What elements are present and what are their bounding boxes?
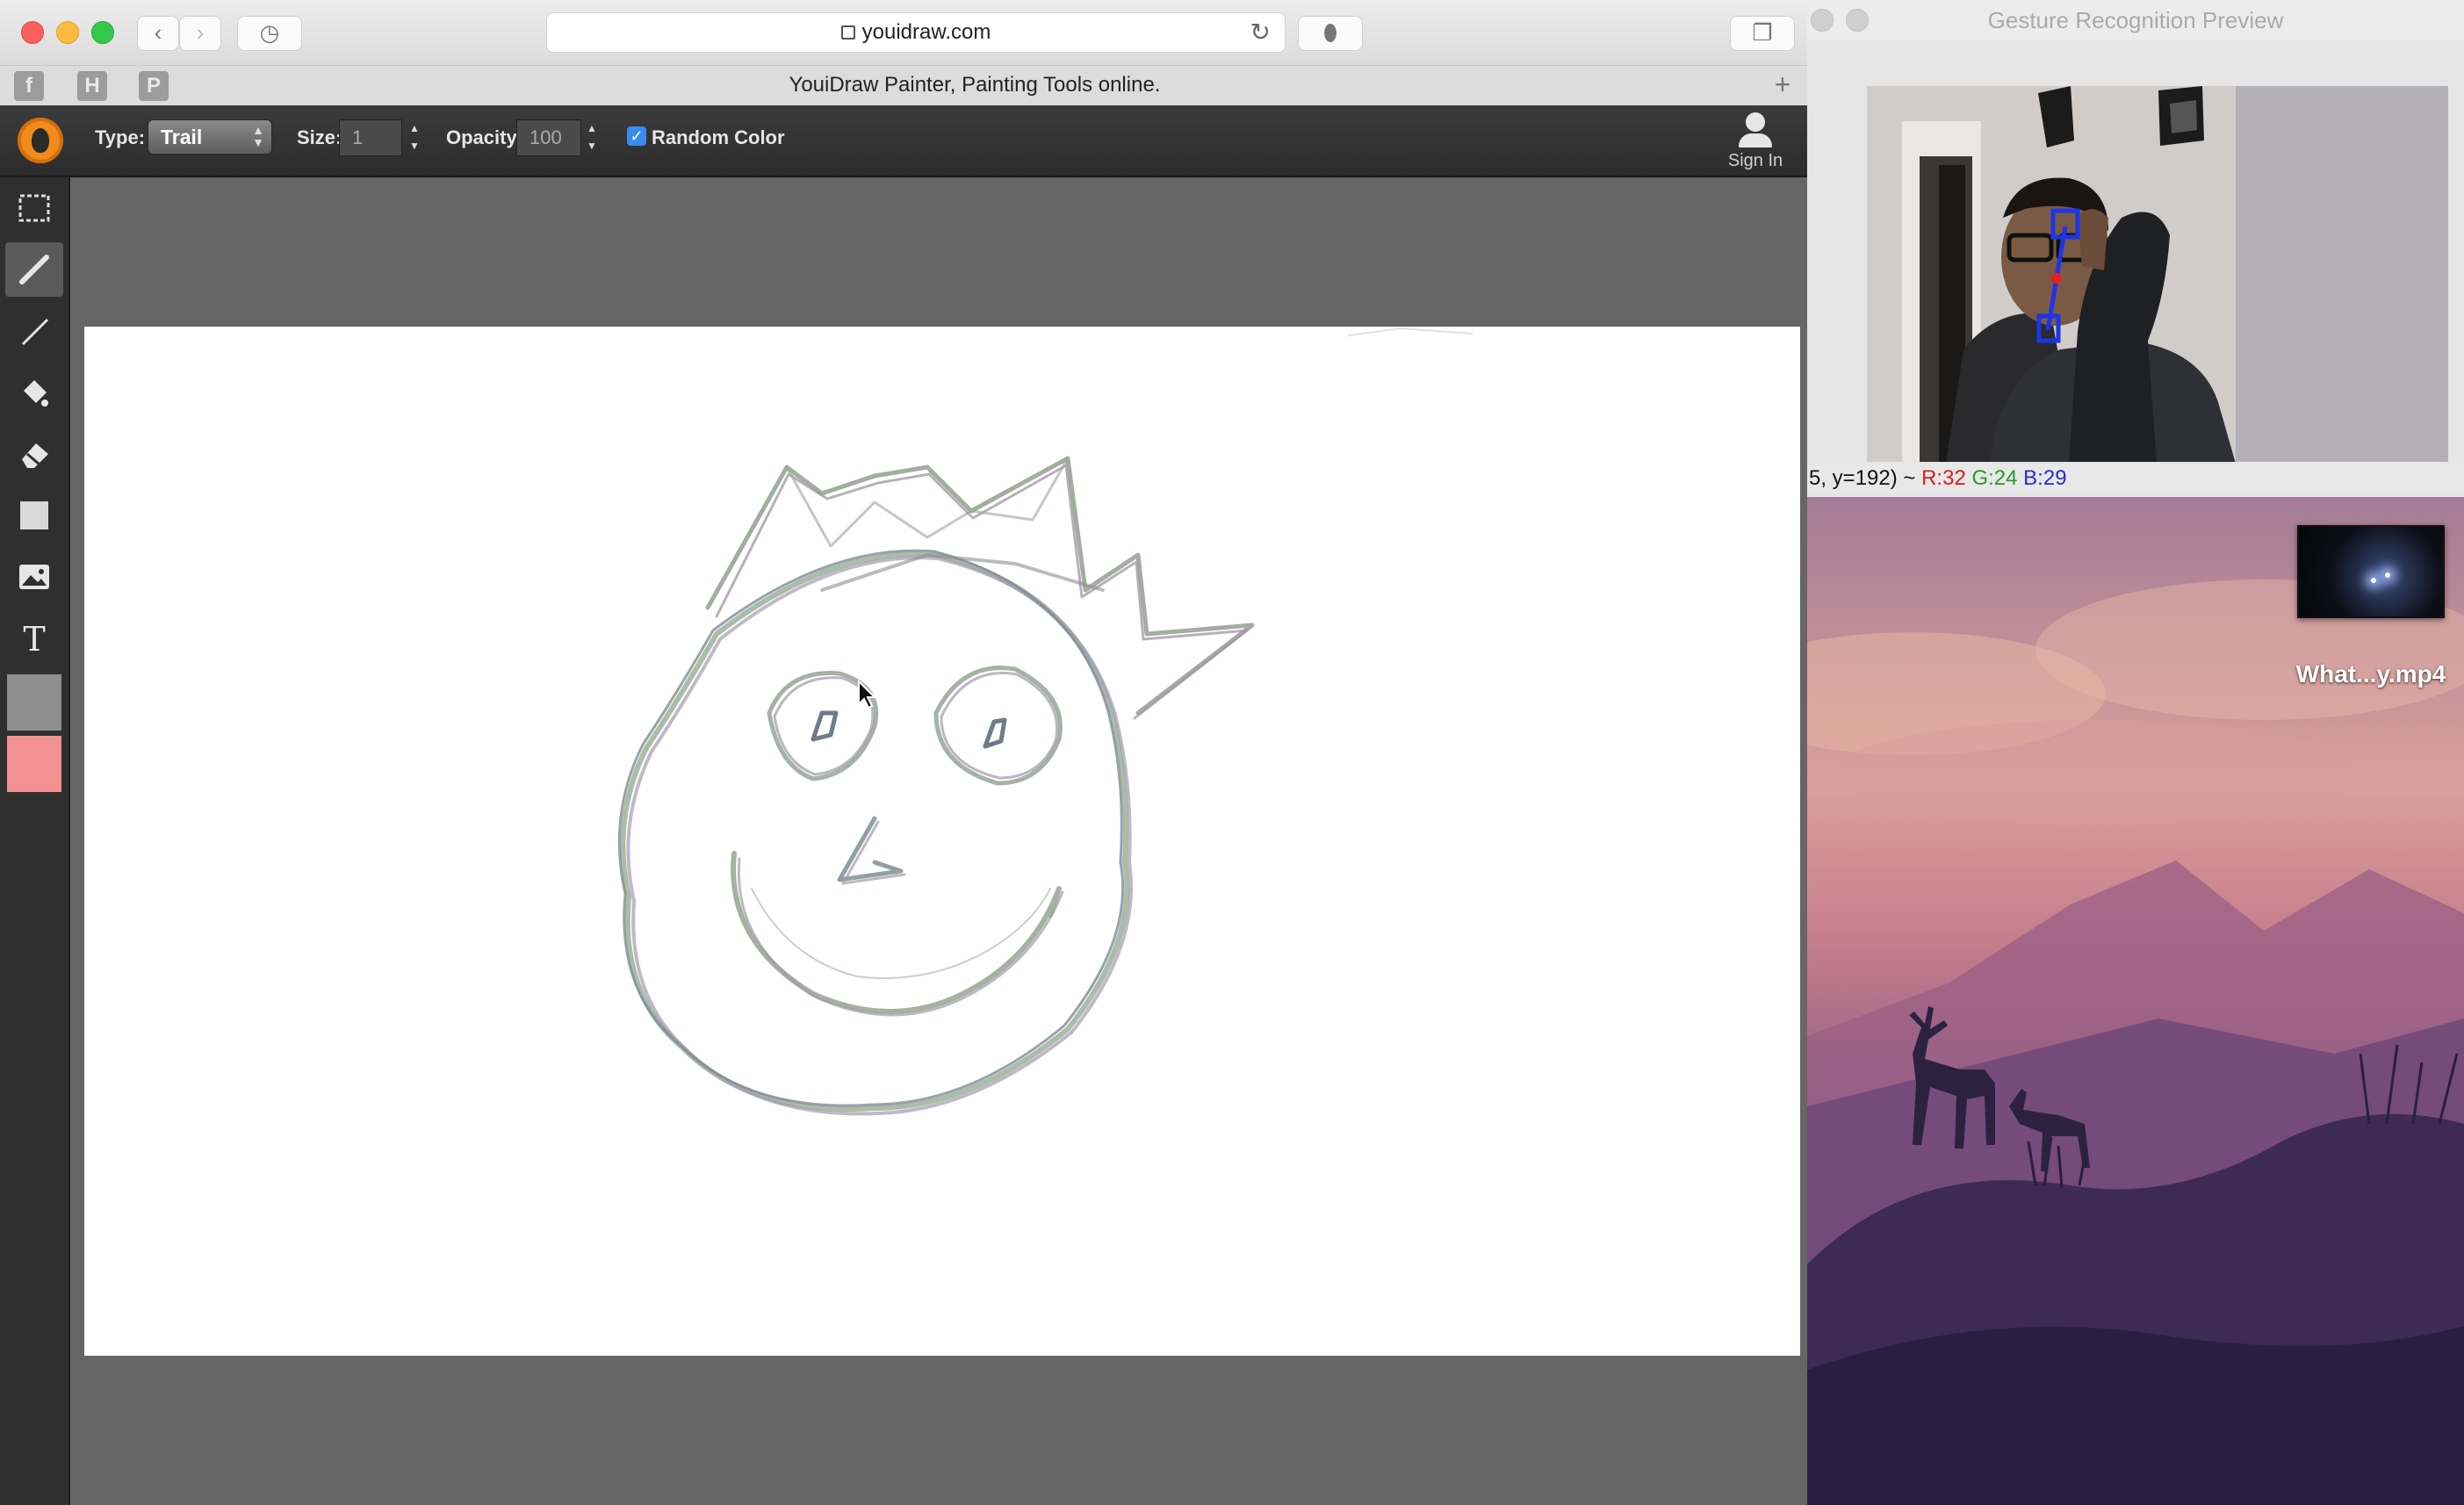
background-color-swatch[interactable]	[7, 736, 61, 792]
size-input[interactable]: 1	[339, 119, 402, 156]
youidraw-logo[interactable]	[18, 118, 63, 163]
text-icon: T	[23, 621, 45, 656]
history-button[interactable]: ◷	[237, 16, 302, 51]
size-stepper[interactable]: ▲ ▼	[404, 119, 425, 156]
shape-tool[interactable]	[5, 488, 63, 543]
rectangle-select-icon	[18, 194, 50, 222]
pencil-icon	[19, 255, 49, 284]
text-tool[interactable]: T	[5, 611, 63, 666]
paint-bucket-tool[interactable]	[5, 365, 63, 420]
sign-in-label: Sign In	[1727, 151, 1783, 170]
tab-title[interactable]: YouiDraw Painter, Painting Tools online.	[184, 73, 1765, 97]
eraser-tool[interactable]	[5, 427, 63, 481]
favorite-facebook[interactable]: f	[14, 71, 44, 101]
svg-text:T: T	[23, 621, 45, 656]
back-button[interactable]: ‹	[137, 16, 179, 51]
address-bar[interactable]: youidraw.com ↻	[546, 12, 1286, 53]
brush-icon	[22, 319, 48, 345]
tab-overview-button[interactable]: ❐	[1730, 16, 1795, 51]
image-tool[interactable]	[5, 550, 63, 604]
paint-bucket-icon	[24, 380, 48, 407]
new-tab-button[interactable]: +	[1765, 69, 1800, 101]
close-window-button[interactable]	[21, 21, 44, 44]
sign-in-button[interactable]: Sign In	[1725, 112, 1786, 171]
shield-icon: ⬮	[1322, 19, 1338, 46]
image-icon	[19, 565, 49, 589]
mouse-cursor-icon	[858, 680, 877, 709]
wallpaper-landscape	[1807, 580, 2464, 1505]
preview-title: Gesture Recognition Preview	[1987, 7, 2284, 33]
favorite-h[interactable]: H	[77, 71, 107, 101]
app-toolbar: Type: Trail ▲ ▼ Size: 1 ▲ ▼ Opacity: 100 ▲…	[0, 105, 1807, 177]
random-color-checkbox[interactable]: ✓	[627, 126, 646, 146]
type-label: Type:	[95, 126, 146, 148]
eraser-icon	[22, 443, 48, 468]
preview-titlebar[interactable]: Gesture Recognition Preview	[1807, 0, 2464, 41]
select-arrows-icon: ▲ ▼	[252, 123, 264, 149]
lens-flare	[2371, 578, 2376, 583]
forward-button[interactable]: ›	[179, 16, 221, 51]
browser-window: ‹ › ◷ youidraw.com ↻ ⬮ ❐ f H P YouiDraw …	[0, 0, 1807, 1505]
type-select-value: Trail	[161, 126, 203, 148]
reload-icon[interactable]: ↻	[1250, 19, 1271, 46]
video-file-label[interactable]: What...y.mp4	[2288, 660, 2453, 688]
address-text: youidraw.com	[861, 20, 991, 44]
opacity-stepper[interactable]: ▲ ▼	[581, 119, 602, 156]
foreground-color-swatch[interactable]	[7, 674, 61, 731]
drawing	[617, 328, 1473, 1116]
minimize-window-button[interactable]	[56, 21, 79, 44]
brush-tool[interactable]	[5, 304, 63, 358]
tab-bar: f H P YouiDraw Painter, Painting Tools o…	[0, 65, 1807, 107]
pixel-readout: 5, y=192) ~ R:32 G:24 B:29	[1807, 464, 2464, 493]
size-label: Size:	[297, 126, 342, 148]
browser-titlebar[interactable]: ‹ › ◷ youidraw.com ↻ ⬮ ❐	[0, 0, 1807, 65]
user-icon-body	[1739, 133, 1772, 148]
clock-icon: ◷	[259, 19, 280, 46]
lens-flare	[2385, 572, 2390, 578]
readout-coords: 5, y=192) ~	[1809, 466, 1922, 490]
random-color-label[interactable]: Random Color	[652, 126, 785, 149]
lock-icon	[840, 25, 855, 40]
zoom-window-button[interactable]	[91, 21, 114, 44]
type-select[interactable]: Trail ▲ ▼	[148, 119, 272, 155]
tabs-icon: ❐	[1752, 19, 1773, 46]
opacity-label: Opacity:	[446, 126, 524, 148]
webcam-frame	[1867, 86, 2448, 462]
opacity-input[interactable]: 100	[516, 119, 581, 156]
pencil-tool[interactable]	[5, 242, 63, 297]
readout-blue: B:29	[2023, 466, 2067, 490]
video-file-thumbnail[interactable]	[2297, 525, 2445, 618]
tool-palette: T	[0, 177, 70, 1505]
extension-button[interactable]: ⬮	[1298, 16, 1363, 51]
rectangle-select-tool[interactable]	[5, 181, 63, 235]
readout-green: G:24	[1971, 466, 2018, 490]
chevron-right-icon: ›	[196, 19, 205, 46]
favorite-p[interactable]: P	[139, 71, 169, 101]
drawing-canvas[interactable]	[84, 327, 1800, 1356]
webcam-image	[1867, 86, 2448, 462]
shape-icon	[20, 501, 48, 529]
readout-red: R:32	[1921, 466, 1966, 490]
user-icon	[1746, 112, 1765, 132]
chevron-left-icon: ‹	[154, 19, 162, 46]
